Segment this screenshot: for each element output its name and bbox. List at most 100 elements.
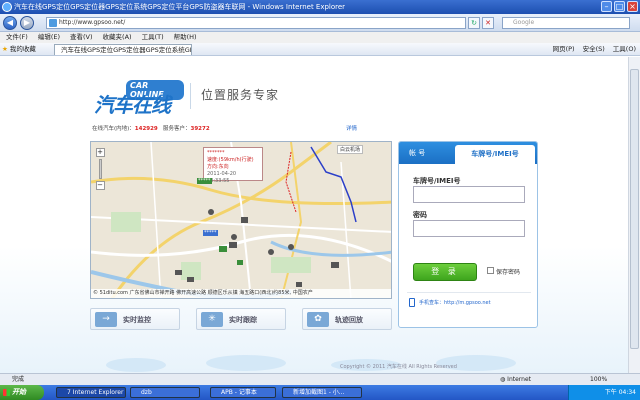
maximize-button[interactable]: □: [614, 1, 625, 12]
menu-file[interactable]: 文件(F): [6, 32, 28, 43]
popup-time: 2011-04-20 18:33:55: [207, 171, 237, 184]
map-vehicle-tag[interactable]: *****: [203, 230, 218, 236]
map-vehicle-tag[interactable]: *****: [197, 178, 212, 184]
system-tray: 下午 04:34: [568, 385, 640, 400]
task-label: 7 Internet Explorer: [67, 389, 124, 396]
browser-tab[interactable]: 汽车在线GPS定位GPS定位器GPS定位系统GPS: [54, 44, 192, 55]
logo-divider: [190, 83, 191, 109]
page-icon: [49, 19, 57, 27]
task-label: APB - 记事本: [221, 389, 257, 396]
stats-label-customers: 服务客户：: [163, 126, 191, 132]
login-button[interactable]: 登 录: [413, 263, 477, 281]
password-field-label: 密码: [413, 211, 427, 219]
ie-icon: [2, 2, 12, 12]
stop-icon[interactable]: ✕: [482, 17, 494, 29]
password-input[interactable]: [413, 220, 525, 237]
logo-chinese: 汽车在线: [94, 93, 171, 117]
web-page: CAR ONLINE 汽车在线 位置服务专家 在线汽车(内地)：142929 服…: [0, 57, 628, 373]
map-address-footer: © 51ditu.com 广东省佛山市禅开路 佛开高速公路 顺德区乐从镇 海五路…: [91, 289, 391, 298]
track-playback-button[interactable]: ✿ 轨迹回放: [302, 308, 392, 330]
stats-detail-link[interactable]: 详情: [346, 124, 357, 132]
toolbar-tools[interactable]: 工具(O): [613, 43, 636, 56]
start-label: 开始: [12, 388, 26, 396]
back-button[interactable]: ◀: [3, 16, 17, 30]
remember-password-label: 保存密码: [496, 269, 521, 276]
plate-input[interactable]: [413, 186, 525, 203]
url-text: http://www.gpsoo.net/: [59, 19, 126, 26]
internet-zone: ◍ Internet: [500, 374, 531, 385]
site-logo[interactable]: CAR ONLINE 汽车在线: [92, 78, 184, 122]
menu-tools[interactable]: 工具(T): [142, 32, 164, 43]
tab-plate-imei[interactable]: 车牌号/IMEI号: [455, 145, 535, 164]
globe-icon: ◍: [500, 376, 506, 383]
mobile-phone-icon: [409, 298, 415, 307]
realtime-tracking-button[interactable]: ✳ 实时跟踪: [196, 308, 286, 330]
stats-value-customers: 39272: [190, 126, 210, 132]
window-titlebar: 汽车在线GPS定位GPS定位器GPS定位系统GPS定位平台GPS防盗器车联网 -…: [0, 0, 640, 14]
tab-title: 汽车在线GPS定位GPS定位器GPS定位系统GPS: [61, 46, 192, 54]
stats-value-cars: 142929: [134, 126, 158, 132]
copyright-text: Copyright © 2011 汽车在线 All Rights Reserve…: [340, 364, 457, 370]
feature-label: 实时监控: [123, 316, 151, 324]
forward-button[interactable]: ▶: [20, 16, 34, 30]
realtime-monitor-button[interactable]: → 实时监控: [90, 308, 180, 330]
cloud-decoration: [106, 355, 516, 372]
toolbar-safety[interactable]: 安全(S): [583, 43, 605, 56]
popup-vehicle-id: *******: [207, 150, 225, 156]
address-bar: ◀ ▶ http://www.gpsoo.net/ ↻ ✕ Google: [0, 14, 640, 32]
zoom-in-button[interactable]: +: [95, 148, 105, 157]
menu-view[interactable]: 查看(V): [70, 32, 93, 43]
start-button[interactable]: 开始: [0, 385, 44, 400]
remember-password-checkbox[interactable]: [487, 267, 494, 274]
zoom-level[interactable]: 100%: [590, 374, 607, 385]
star-icon: ★: [2, 45, 8, 53]
search-input[interactable]: Google: [502, 17, 630, 29]
close-button[interactable]: ×: [627, 1, 638, 12]
map-place-label: 白云机场: [337, 145, 364, 154]
clock[interactable]: 下午 04:34: [605, 389, 636, 396]
stats-label-cars: 在线汽车(内地)：: [92, 126, 135, 132]
toolbar-page[interactable]: 网页(P): [553, 43, 575, 56]
favorites-button[interactable]: ★ 我的收藏: [2, 43, 36, 56]
menu-favorites[interactable]: 收藏夹(A): [103, 32, 132, 43]
minimize-button[interactable]: –: [601, 1, 612, 12]
zone-label: Internet: [507, 376, 531, 383]
windows-logo-icon: [3, 389, 10, 396]
refresh-icon[interactable]: ↻: [468, 17, 480, 29]
popup-direction: 方向:东向: [207, 164, 229, 170]
paw-icon: ✿: [307, 312, 329, 327]
arrow-right-icon: →: [95, 312, 117, 327]
zoom-out-button[interactable]: −: [95, 181, 105, 190]
url-input[interactable]: http://www.gpsoo.net/: [46, 17, 466, 29]
taskbar-item-screenshot[interactable]: 新增加截图1 - 小...: [282, 387, 362, 398]
login-tabs: 帐 号 车牌号/IMEI号: [399, 142, 537, 164]
taskbar-item-ie[interactable]: 7 Internet Explorer: [56, 387, 126, 398]
status-bar: 完成 ◍ Internet 100%: [0, 373, 640, 385]
menu-help[interactable]: 帮助(H): [174, 32, 197, 43]
online-stats: 在线汽车(内地)：142929 服务客户：39272: [92, 124, 210, 132]
page-scrollbar[interactable]: [628, 57, 640, 373]
login-divider: [407, 292, 531, 293]
plate-field-label: 车牌号/IMEI号: [413, 177, 461, 185]
taskbar-item-folder[interactable]: dzb: [130, 387, 200, 398]
taskbar-item-notepad[interactable]: APB - 记事本: [210, 387, 276, 398]
search-placeholder: Google: [513, 19, 535, 26]
task-label: 新增加截图1 - 小...: [293, 389, 345, 396]
feature-label: 实时跟踪: [229, 316, 257, 324]
zoom-slider[interactable]: [98, 159, 102, 179]
login-panel: 帐 号 车牌号/IMEI号 车牌号/IMEI号 密码 登 录 保存密码 手机查车…: [398, 141, 538, 328]
taskbar: 开始 7 Internet Explorer dzb APB - 记事本 新增加…: [0, 385, 640, 400]
favorites-bar: ★ 我的收藏 汽车在线GPS定位GPS定位器GPS定位系统GPS 网页(P) 安…: [0, 43, 640, 56]
tab-account[interactable]: 帐 号: [409, 148, 425, 158]
scrollbar-thumb[interactable]: [630, 69, 639, 349]
window-title: 汽车在线GPS定位GPS定位器GPS定位系统GPS定位平台GPS防盗器车联网 -…: [14, 3, 346, 11]
sparkle-icon: ✳: [201, 312, 223, 327]
vehicle-info-popup: ******* 速度:(59km/h(行驶) 方向:东向 2011-04-20 …: [203, 147, 263, 184]
mobile-site-link[interactable]: 手机查车：http://m.gpsoo.net: [419, 299, 491, 306]
favorites-label: 我的收藏: [9, 45, 36, 53]
popup-speed: 速度:(59km/h(行驶): [207, 157, 254, 163]
menu-edit[interactable]: 编辑(E): [38, 32, 60, 43]
site-slogan: 位置服务专家: [201, 88, 280, 102]
menu-bar: 文件(F) 编辑(E) 查看(V) 收藏夹(A) 工具(T) 帮助(H): [0, 32, 640, 43]
demo-map[interactable]: + − ******* 速度:(59km/h(行驶) 方向:东向 2011-04…: [90, 141, 392, 299]
